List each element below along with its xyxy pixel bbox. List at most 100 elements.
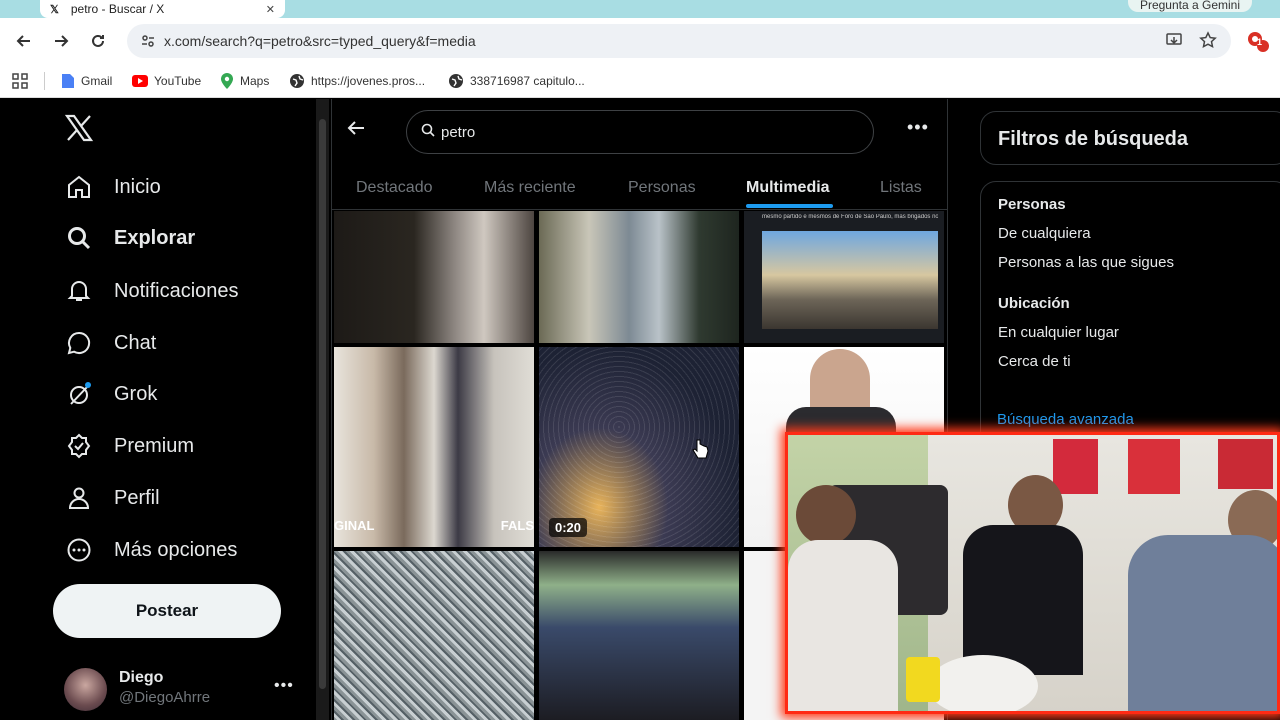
filters-title: Filtros de búsqueda (998, 128, 1189, 150)
more-dots-icon[interactable]: ••• (274, 677, 294, 695)
extension-icon[interactable]: 1 (1246, 29, 1270, 53)
site-info-icon[interactable] (137, 30, 159, 52)
nav-label: Más opciones (114, 538, 238, 561)
home-icon (64, 172, 94, 202)
tab-destacado[interactable]: Destacado (356, 165, 433, 210)
globe-icon (449, 74, 463, 88)
person-icon (64, 483, 94, 513)
apps-grid-icon[interactable] (12, 72, 28, 90)
left-sidebar: Inicio Explorar Notificaciones Chat Grok… (0, 99, 316, 720)
media-thumbnail[interactable] (539, 551, 739, 720)
advanced-search-link[interactable]: Búsqueda avanzada (997, 411, 1134, 428)
nav-notifications[interactable]: Notificaciones (64, 271, 239, 311)
bookmark-label: https://jovenes.pros... (311, 74, 426, 88)
bookmark-gmail[interactable]: Gmail (61, 72, 112, 90)
nav-chat[interactable]: Chat (64, 323, 156, 363)
location-heading: Ubicación (998, 295, 1070, 312)
post-button[interactable]: Postear (53, 584, 281, 638)
forward-arrow-icon[interactable] (49, 29, 73, 53)
scrollbar[interactable] (316, 99, 329, 720)
active-tab-indicator (746, 204, 833, 208)
divider (44, 72, 45, 90)
bookmark-capitulo[interactable]: 338716987 capitulo... (448, 72, 585, 90)
bookmark-jovenes[interactable]: https://jovenes.pros... (289, 72, 425, 90)
extension-badge: 1 (1257, 37, 1263, 47)
nav-premium[interactable]: Premium (64, 426, 194, 466)
reload-icon[interactable] (86, 29, 110, 53)
search-filters-header: Filtros de búsqueda (980, 111, 1280, 165)
gmail-icon (62, 74, 74, 88)
video-duration: 0:20 (549, 518, 588, 537)
nav-grok[interactable]: Grok (64, 374, 157, 414)
install-app-icon[interactable] (1165, 31, 1183, 54)
youtube-icon (132, 75, 148, 87)
video-frame (762, 231, 938, 329)
search-input[interactable] (441, 123, 821, 141)
webcam-overlay (785, 432, 1280, 714)
headline-snippet: mesmo partido e mesmos de Foro de São Pa… (762, 214, 938, 220)
media-thumbnail[interactable]: mesmo partido e mesmos de Foro de São Pa… (744, 211, 944, 343)
bookmark-maps[interactable]: Maps (220, 72, 269, 90)
tile-overlay-text: GINAL (334, 518, 375, 533)
x-logo-icon[interactable] (64, 113, 96, 145)
browser-toolbar: x.com/search?q=petro&src=typed_query&f=m… (0, 18, 1280, 64)
filter-from-anyone[interactable]: De cualquiera (998, 225, 1091, 242)
nav-label: Notificaciones (114, 279, 239, 302)
media-thumbnail[interactable] (334, 211, 534, 343)
avatar (64, 668, 107, 711)
media-thumbnail[interactable]: GINAL FALS (334, 347, 534, 547)
maps-icon (221, 73, 233, 89)
filter-near-you[interactable]: Cerca de ti (998, 353, 1071, 370)
jersey (1218, 439, 1273, 489)
search-icon (64, 223, 94, 253)
back-arrow-icon[interactable] (346, 113, 372, 143)
jersey (1053, 439, 1098, 494)
person-center-body (963, 525, 1083, 675)
bookmark-label: YouTube (154, 74, 202, 88)
more-dots-icon[interactable]: ••• (907, 117, 929, 138)
search-icon (421, 123, 435, 142)
tab-listas[interactable]: Listas (880, 165, 922, 210)
gemini-label: Pregunta a Gemini (1139, 0, 1240, 12)
tab-mas-reciente[interactable]: Más reciente (484, 165, 576, 210)
user-handle: @DiegoAhrre (119, 689, 211, 706)
chat-icon (64, 328, 94, 358)
gemini-button[interactable]: Pregunta a Gemini (1127, 0, 1252, 12)
bowl (928, 655, 1038, 711)
verified-icon (64, 431, 94, 461)
nav-label: Inicio (114, 175, 161, 198)
tab-personas[interactable]: Personas (628, 165, 696, 210)
bookmark-label: Gmail (81, 74, 113, 88)
jersey (1128, 439, 1180, 494)
tile-overlay-text: FALS (500, 518, 534, 533)
person-left-body (788, 540, 898, 711)
address-bar[interactable]: x.com/search?q=petro&src=typed_query&f=m… (127, 24, 1231, 58)
media-thumbnail[interactable] (334, 551, 534, 720)
bookmark-youtube[interactable]: YouTube (132, 72, 201, 90)
media-thumbnail[interactable] (539, 211, 739, 343)
account-switcher[interactable]: Diego @DiegoAhrre ••• (64, 665, 304, 711)
nav-profile[interactable]: Perfil (64, 478, 160, 518)
people-heading: Personas (998, 196, 1066, 213)
bookmark-star-icon[interactable] (1199, 31, 1217, 54)
scroll-thumb[interactable] (319, 119, 326, 689)
x-favicon-icon: 𝕏 (50, 3, 59, 16)
globe-icon (290, 74, 304, 88)
back-arrow-icon[interactable] (12, 29, 36, 53)
close-icon[interactable]: ✕ (266, 3, 275, 16)
browser-tab[interactable]: 𝕏 petro - Buscar / X ✕ (40, 0, 285, 18)
hand-cursor-icon (690, 438, 710, 468)
search-input-container[interactable] (406, 110, 874, 154)
url-text: x.com/search?q=petro&src=typed_query&f=m… (164, 33, 476, 49)
nav-explore[interactable]: Explorar (64, 218, 195, 258)
nav-home[interactable]: Inicio (64, 167, 161, 207)
nav-more-options[interactable]: Más opciones (64, 530, 237, 570)
nav-label: Perfil (114, 486, 160, 509)
nav-label: Premium (114, 434, 195, 457)
user-name: Diego (119, 669, 164, 686)
bookmarks-bar: Gmail YouTube Maps https://jovenes.pros.… (0, 64, 1280, 98)
grok-icon (64, 379, 94, 409)
filter-anywhere[interactable]: En cualquier lugar (998, 324, 1119, 341)
nav-label: Grok (114, 382, 158, 405)
filter-people-you-follow[interactable]: Personas a las que sigues (998, 254, 1174, 271)
